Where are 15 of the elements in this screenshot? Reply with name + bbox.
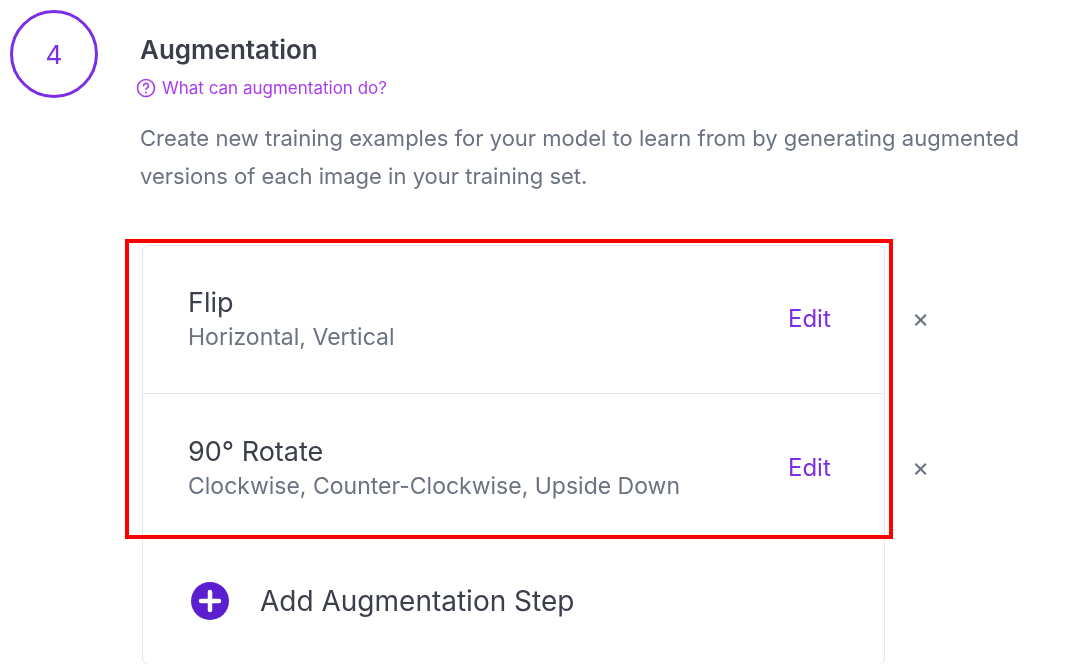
plus-circle-icon — [190, 581, 230, 621]
add-step-button[interactable]: Add Augmentation Step — [190, 580, 575, 622]
edit-link[interactable]: Edit — [788, 301, 831, 337]
remove-button[interactable]: × — [912, 452, 930, 482]
step-options: Horizontal, Vertical — [188, 321, 778, 353]
step-number: 4 — [10, 10, 98, 98]
remove-button[interactable]: × — [912, 303, 930, 333]
step-name: Flip — [188, 285, 235, 321]
step-options: Clockwise, Counter-Clockwise, Upside Down — [188, 469, 778, 502]
help-link[interactable]: What can augmentation do? — [136, 77, 1076, 99]
description: Create new training examples for your model to learn from by generating augmented versions of each image in your training set. — [140, 124, 1020, 191]
edit-link[interactable]: Edit — [788, 449, 831, 486]
step-name: 90° Rotate — [188, 433, 325, 470]
question-circle-icon — [136, 78, 156, 98]
section-title: Augmentation — [140, 33, 319, 67]
